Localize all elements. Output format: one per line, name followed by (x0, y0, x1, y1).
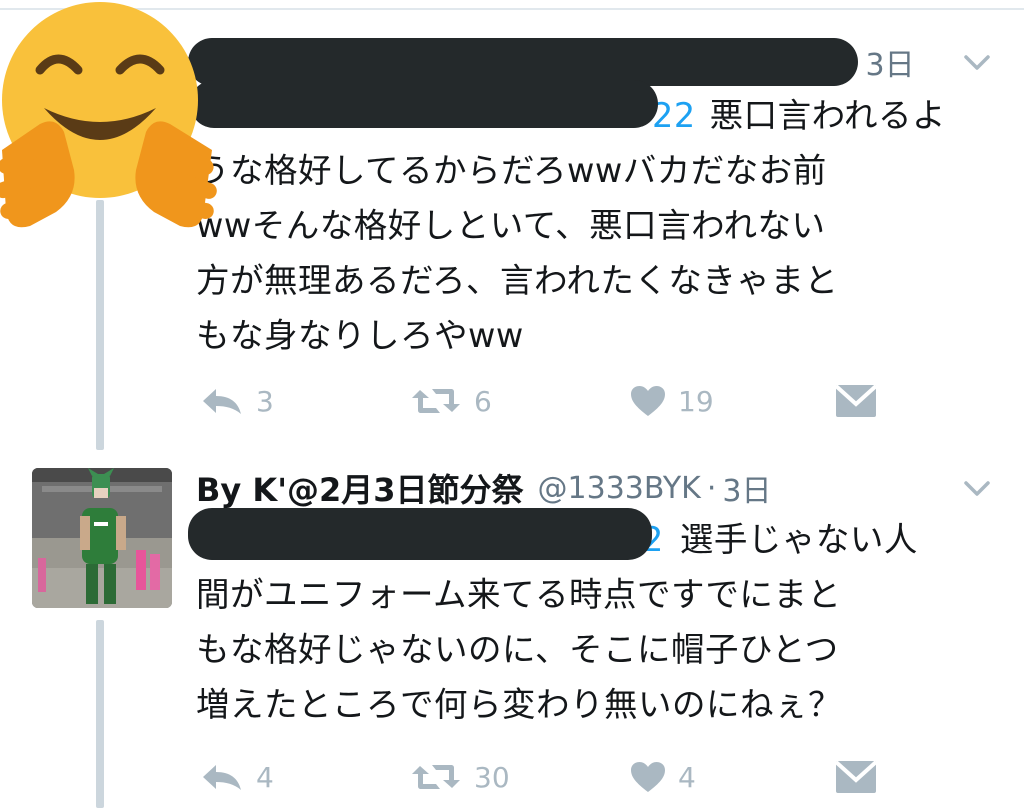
reply-button[interactable]: 4 (200, 754, 274, 800)
timestamp[interactable]: 3日 (722, 466, 771, 510)
tweet-text: 22 悪口言われるよ うな格好してるからだろwwバカだなお前 wwそんな格好しとい… (196, 88, 996, 363)
hugging-face-emoji (0, 0, 230, 240)
like-count: 4 (678, 760, 696, 794)
text-line-2: うな格好してるからだろwwバカだなお前 (196, 151, 827, 190)
redaction-bar (190, 80, 658, 128)
text-line-4: 増えたところで何ら変わり無いのにねぇ？ (196, 685, 842, 724)
direct-message-icon (834, 759, 878, 795)
reply-count: 4 (256, 760, 274, 794)
direct-message-button[interactable] (834, 378, 878, 424)
retweet-count: 30 (474, 760, 510, 794)
tweet-header: By K'@2月3日節分祭 @1333BYK · 3日 (196, 464, 1024, 512)
redaction-bar (188, 508, 652, 560)
like-button[interactable]: 19 (630, 378, 714, 424)
text-line-3: もな格好じゃないのに、そこに帽子ひとつ (196, 630, 839, 669)
like-count: 19 (678, 384, 714, 418)
separator-dot: · (706, 470, 717, 506)
chevron-down-icon[interactable] (960, 472, 994, 506)
heart-icon (630, 385, 666, 417)
direct-message-button[interactable] (834, 754, 878, 800)
retweet-icon (410, 384, 462, 418)
reply-count: 3 (256, 384, 274, 418)
reply-icon (200, 386, 244, 416)
text-line-4: 方が無理あるだろ、言われたくなきゃまと (196, 261, 839, 300)
mention-link[interactable]: 22 (652, 96, 696, 135)
text-line-2: 間がユニフォーム来てる時点ですでにまと (196, 575, 842, 614)
reply-icon (200, 762, 244, 792)
reply-button[interactable]: 3 (200, 378, 274, 424)
tweet-actions: 3 6 19 (196, 378, 956, 424)
text-line-5: もな身なりしろやww (196, 316, 524, 355)
avatar[interactable] (32, 468, 172, 608)
handle[interactable]: @1333BYK (538, 471, 701, 506)
tweet-2[interactable]: By K'@2月3日節分祭 @1333BYK · 3日 2 選手じゃない人 間がユ… (0, 440, 1024, 808)
heart-icon (630, 761, 666, 793)
tweet-actions: 4 30 4 (196, 754, 956, 800)
timestamp[interactable]: 3日 (866, 40, 915, 84)
display-name[interactable]: By K'@2月3日節分祭 (196, 465, 524, 511)
redaction-bar (188, 38, 858, 86)
retweet-button[interactable]: 30 (410, 754, 510, 800)
retweet-icon (410, 760, 462, 794)
chevron-down-icon[interactable] (960, 46, 994, 80)
retweet-count: 6 (474, 384, 492, 418)
text-line-3: wwそんな格好しといて、悪口言われない (196, 206, 826, 245)
direct-message-icon (834, 383, 878, 419)
like-button[interactable]: 4 (630, 754, 696, 800)
retweet-button[interactable]: 6 (410, 378, 492, 424)
